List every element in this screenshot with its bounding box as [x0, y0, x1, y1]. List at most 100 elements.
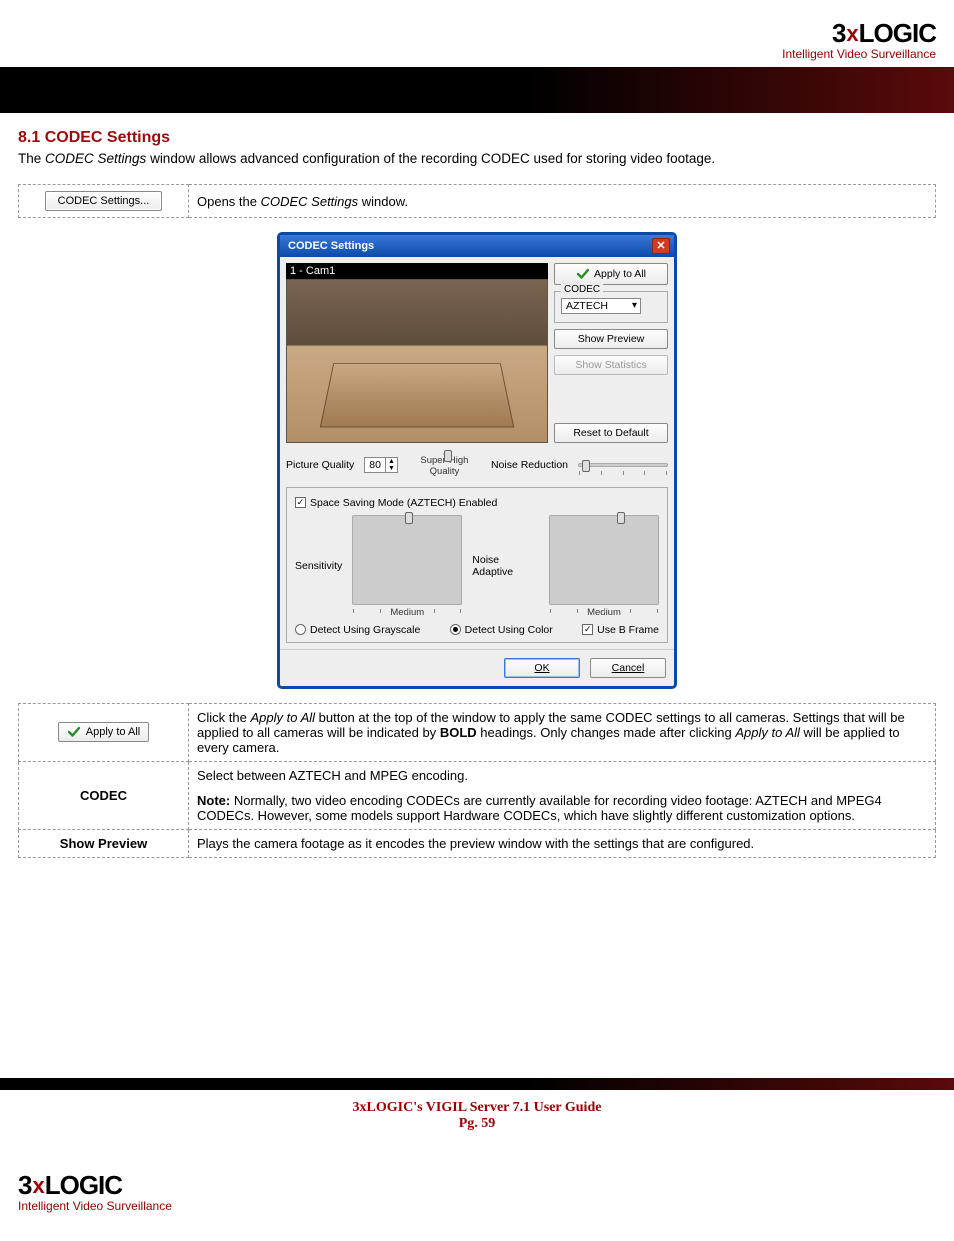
brand-three: 3: [832, 18, 845, 48]
intro-text-ital: CODEC Settings: [45, 151, 146, 166]
brand-x: x: [845, 21, 858, 46]
picture-quality-value: 80: [365, 458, 385, 472]
show-preview-row-label: Show Preview: [60, 836, 147, 851]
brand-logic: LOGIC: [859, 18, 936, 48]
detect-color-radio[interactable]: Detect Using Color: [450, 624, 553, 636]
brand-logic: LOGIC: [45, 1170, 122, 1200]
brand-logo: 3xLOGIC Intelligent Video Surveillance: [18, 1170, 936, 1213]
brand-wordmark: 3xLOGIC: [18, 1170, 936, 1201]
brand-wordmark: 3xLOGIC: [782, 18, 936, 49]
codec-groupbox: CODEC AZTECH: [554, 291, 668, 323]
checkmark-icon: [67, 725, 81, 739]
footer-line2: Pg. 59: [0, 1116, 954, 1132]
cancel-button-label: Cancel: [612, 662, 645, 674]
content-area: 8.1 CODEC Settings The CODEC Settings wi…: [0, 113, 954, 858]
detect-grayscale-radio[interactable]: Detect Using Grayscale: [295, 624, 420, 636]
apply-to-all-button[interactable]: Apply to All: [554, 263, 668, 285]
info-table-2: Apply to All Click the Apply to All butt…: [18, 703, 936, 858]
cancel-button[interactable]: Cancel: [590, 658, 666, 678]
table-row: CODEC Select between AZTECH and MPEG enc…: [19, 761, 936, 829]
t: Apply to All: [735, 725, 800, 740]
preview-pane: 1 - Cam1: [286, 263, 548, 443]
desc-post: window.: [358, 194, 408, 209]
picture-quality-slider[interactable]: [443, 453, 445, 455]
section-title: 8.1 CODEC Settings: [18, 129, 936, 147]
header: 3xLOGIC Intelligent Video Surveillance: [0, 18, 954, 67]
footer-text: 3xLOGIC's VIGIL Server 7.1 User Guide Pg…: [0, 1090, 954, 1162]
table-row: Apply to All Click the Apply to All butt…: [19, 703, 936, 761]
radio-icon: [450, 624, 461, 635]
footer-logo-row: 3xLOGIC Intelligent Video Surveillance: [0, 1162, 954, 1241]
checkmark-icon: [576, 267, 590, 281]
window-title-text: CODEC Settings: [288, 240, 374, 252]
checkbox-icon: [582, 624, 593, 635]
brand-x: x: [31, 1173, 44, 1198]
screenshot-wrap: CODEC Settings ✕ 1 - Cam1: [18, 232, 936, 689]
codec-settings-window: CODEC Settings ✕ 1 - Cam1: [277, 232, 677, 689]
ok-button[interactable]: OK: [504, 658, 580, 678]
show-preview-button[interactable]: Show Preview: [554, 329, 668, 349]
codec-desc-line1: Select between AZTECH and MPEG encoding.: [197, 768, 927, 783]
window-right-column: Apply to All CODEC AZTECH Show Preview S…: [554, 263, 668, 443]
radio-icon: [295, 624, 306, 635]
t: Only changes made after clicking: [540, 725, 735, 740]
apply-to-all-label: Apply to All: [594, 268, 646, 280]
t: Click the: [197, 710, 250, 725]
sensitivity-slider[interactable]: [352, 515, 462, 605]
info-table-1: CODEC Settings... Opens the CODEC Settin…: [18, 184, 936, 218]
intro-text-post: window allows advanced configuration of …: [146, 151, 715, 166]
space-saving-label: Space Saving Mode (AZTECH) Enabled: [310, 497, 497, 509]
table-row: CODEC Settings... Opens the CODEC Settin…: [19, 185, 936, 218]
noise-adaptive-label: Noise Adaptive: [472, 554, 539, 578]
noise-reduction-slider[interactable]: [578, 463, 668, 467]
brand-tagline: Intelligent Video Surveillance: [782, 47, 936, 61]
intro-text-pre: The: [18, 151, 45, 166]
space-saving-checkbox[interactable]: Space Saving Mode (AZTECH) Enabled: [295, 497, 497, 509]
window-titlebar: CODEC Settings ✕: [280, 235, 674, 257]
picture-quality-label: Picture Quality: [286, 459, 354, 471]
t: headings.: [477, 725, 541, 740]
section-intro: The CODEC Settings window allows advance…: [18, 151, 936, 166]
footer-line1: 3xLOGIC's VIGIL Server 7.1 User Guide: [0, 1100, 954, 1116]
window-footer: OK Cancel: [280, 649, 674, 686]
checkbox-icon: [295, 497, 306, 508]
codec-settings-button-label: CODEC Settings...: [58, 195, 150, 207]
use-b-frame-checkbox[interactable]: Use B Frame: [582, 624, 659, 636]
stepper-arrows-icon: ▲▼: [385, 458, 397, 472]
sensitivity-label: Sensitivity: [295, 560, 342, 572]
detect-color-label: Detect Using Color: [465, 624, 553, 636]
picture-quality-row: Picture Quality 80 ▲▼ Super-High Quality: [286, 453, 668, 477]
use-b-frame-label: Use B Frame: [597, 624, 659, 636]
picture-quality-stepper[interactable]: 80 ▲▼: [364, 457, 398, 473]
note-label: Note:: [197, 793, 230, 808]
window-body: 1 - Cam1 Apply to All CODEC: [280, 257, 674, 649]
codec-settings-button[interactable]: CODEC Settings...: [45, 191, 163, 211]
codec-settings-desc: Opens the CODEC Settings window.: [197, 194, 408, 209]
noise-adaptive-slider[interactable]: [549, 515, 659, 605]
codec-select-value: AZTECH: [566, 300, 608, 312]
page: 3xLOGIC Intelligent Video Surveillance 8…: [0, 0, 954, 1241]
brand-three: 3: [18, 1170, 31, 1200]
t: BOLD: [440, 725, 477, 740]
detect-grayscale-label: Detect Using Grayscale: [310, 624, 420, 636]
codec-group-label: CODEC: [561, 284, 603, 295]
ok-button-label: OK: [534, 662, 549, 674]
show-statistics-button[interactable]: Show Statistics: [554, 355, 668, 375]
preview-camera-label: 1 - Cam1: [286, 263, 548, 279]
noise-reduction-label: Noise Reduction: [491, 459, 568, 471]
reset-default-button[interactable]: Reset to Default: [554, 423, 668, 443]
apply-to-all-button[interactable]: Apply to All: [58, 722, 149, 742]
codec-row-desc: Select between AZTECH and MPEG encoding.…: [189, 761, 936, 829]
space-saving-groupbox: Space Saving Mode (AZTECH) Enabled Sensi…: [286, 487, 668, 643]
brand-logo: 3xLOGIC Intelligent Video Surveillance: [782, 18, 936, 61]
note-text: Normally, two video encoding CODECs are …: [197, 793, 882, 823]
camera-preview-image: [286, 279, 548, 443]
brand-tagline: Intelligent Video Surveillance: [18, 1199, 936, 1213]
footer-divider-bar: [0, 1078, 954, 1090]
show-preview-row-desc: Plays the camera footage as it encodes t…: [189, 829, 936, 857]
apply-to-all-desc: Click the Apply to All button at the top…: [189, 703, 936, 761]
desc-pre: Opens the: [197, 194, 261, 209]
codec-select[interactable]: AZTECH: [561, 298, 641, 314]
close-icon[interactable]: ✕: [652, 238, 670, 254]
t: Apply to All: [250, 710, 315, 725]
